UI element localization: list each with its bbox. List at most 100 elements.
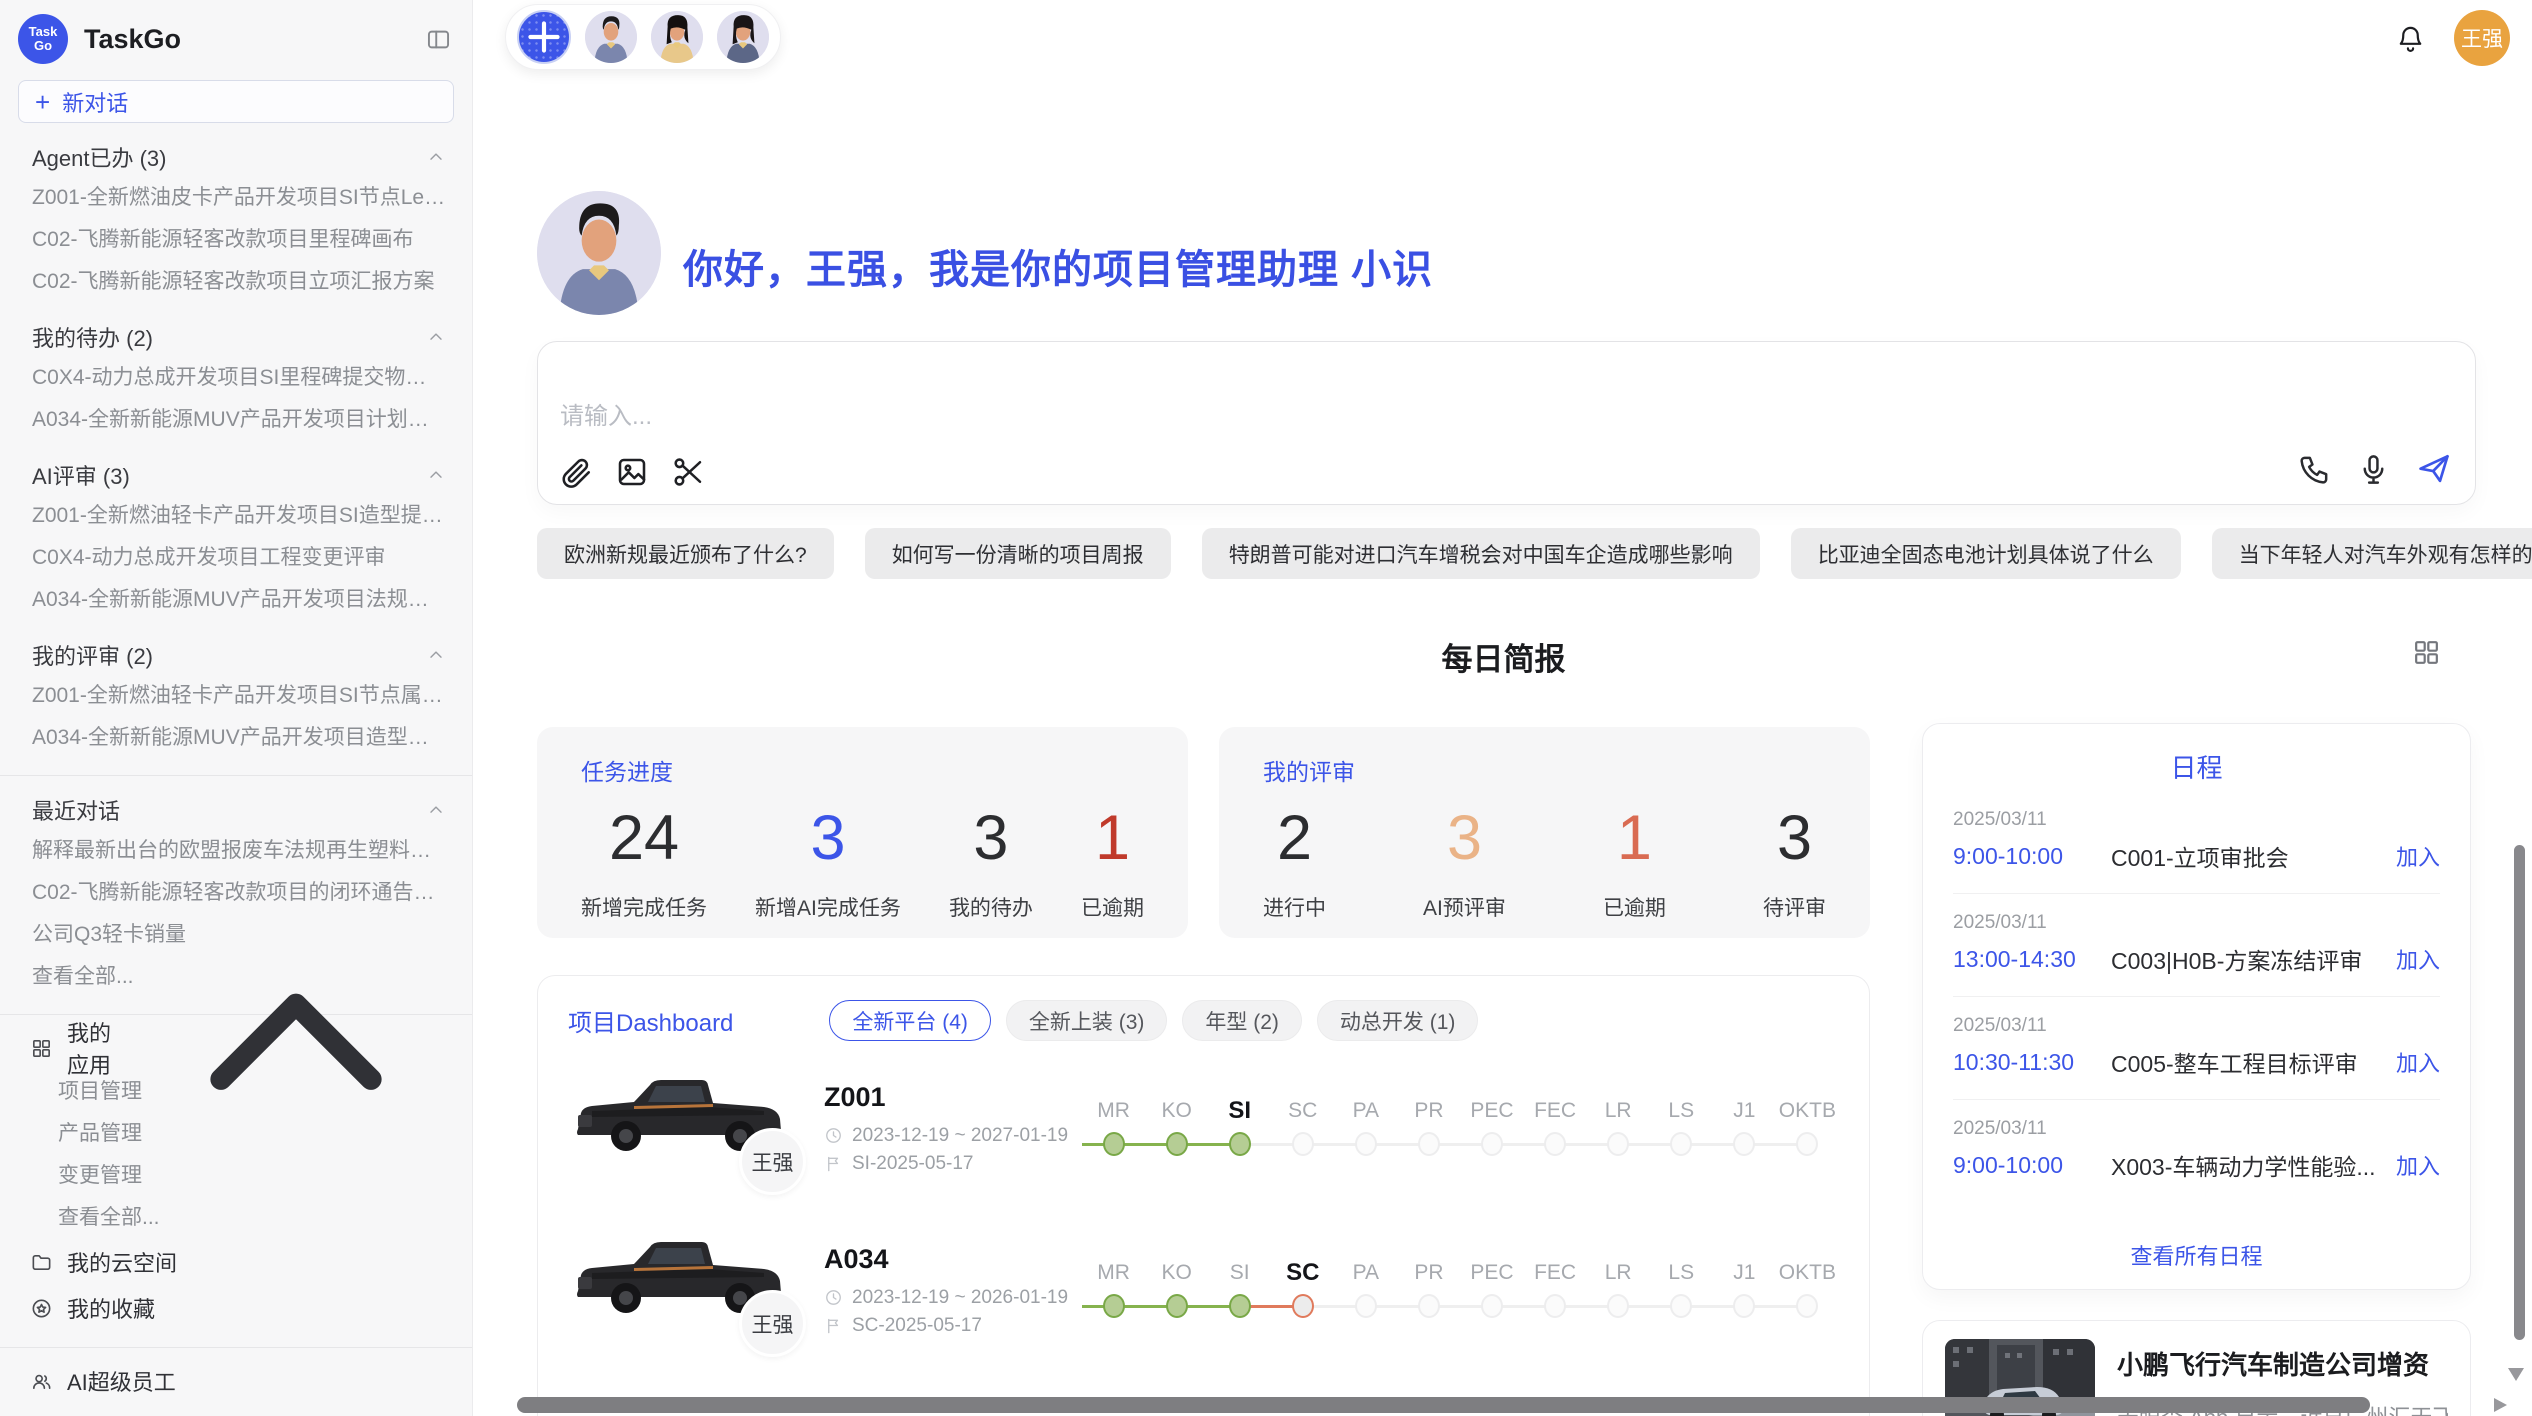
stat: 3我的待办	[949, 799, 1033, 922]
milestone-dot	[1796, 1294, 1818, 1318]
suggestion-chip[interactable]: 欧洲新规最近颁布了什么?	[537, 528, 834, 579]
milestone-dot	[1733, 1294, 1755, 1318]
user-avatar[interactable]: 王强	[2454, 10, 2510, 66]
sidebar-link[interactable]: 我的收藏	[0, 1285, 472, 1331]
milestone: FEC	[1524, 1256, 1587, 1324]
view-all-schedule-link[interactable]: 查看所有日程	[1953, 1239, 2440, 1271]
milestone-dot-row	[1650, 1290, 1713, 1324]
dashboard-tab[interactable]: 全新平台 (4)	[829, 1000, 991, 1041]
milestone: SI	[1208, 1094, 1271, 1162]
event-join-link[interactable]: 加入	[2396, 943, 2440, 975]
attachment-icon[interactable]	[558, 454, 594, 490]
dashboard-tab[interactable]: 年型 (2)	[1182, 1000, 1302, 1041]
milestone: LR	[1587, 1094, 1650, 1162]
project-dashboard: 项目Dashboard 全新平台 (4)全新上装 (3)年型 (2)动总开发 (…	[537, 975, 1870, 1416]
milestone-dot-row	[1082, 1290, 1145, 1324]
grid-icon[interactable]	[2411, 637, 2442, 668]
sidebar-item[interactable]: C0X4-动力总成开发项目SI里程碑提交物检查	[0, 357, 472, 399]
milestone-dot	[1544, 1294, 1566, 1318]
sidebar-item[interactable]: A034-全新新能源MUV产品开发项目计划变更表编写	[0, 399, 472, 441]
sidebar-item[interactable]: C0X4-动力总成开发项目工程变更评审	[0, 537, 472, 579]
sidebar-item[interactable]: C02-飞腾新能源轻客改款项目立项汇报方案	[0, 261, 472, 303]
vertical-scrollbar[interactable]	[2514, 845, 2525, 1340]
schedule-card: 日程 2025/03/119:00-10:00C001-立项审批会加入2025/…	[1922, 723, 2471, 1290]
milestone-dot-row	[1460, 1128, 1523, 1162]
dashboard-tab[interactable]: 动总开发 (1)	[1317, 1000, 1479, 1041]
chevron-up-icon[interactable]	[426, 147, 446, 167]
chevron-up-icon[interactable]	[426, 800, 446, 820]
chevron-up-icon[interactable]	[146, 898, 446, 1198]
stat-value: 24	[581, 799, 707, 878]
sidebar-item-my-apps[interactable]: 我的应用	[0, 1025, 472, 1071]
scroll-down-arrow-icon[interactable]	[2508, 1368, 2524, 1381]
project-info: A0342023-12-19 ~ 2026-01-19SC-2025-05-17	[824, 1244, 1076, 1337]
chevron-up-icon[interactable]	[426, 327, 446, 347]
milestone-dot-row	[1460, 1290, 1523, 1324]
project-row[interactable]: 王强Z0012023-12-19 ~ 2027-01-19SI-2025-05-…	[568, 1053, 1839, 1203]
agent-avatar[interactable]	[585, 11, 637, 63]
stat: 1已逾期	[1081, 799, 1144, 922]
sidebar-links: 我的云空间我的收藏	[0, 1239, 472, 1331]
sidebar-item[interactable]: A034-全新新能源MUV产品开发项目造型可行性评审	[0, 717, 472, 759]
milestone-dot-row	[1713, 1128, 1776, 1162]
milestone-dot-row	[1524, 1290, 1587, 1324]
sidebar-item[interactable]: Z001-全新燃油轻卡产品开发项目SI造型提交物评审	[0, 495, 472, 537]
sidebar-section-title: Agent已办 (3)	[32, 141, 167, 173]
new-chat-button[interactable]: + 新对话	[18, 80, 454, 123]
scroll-right-arrow-icon[interactable]	[2494, 1398, 2507, 1412]
milestone-dot	[1670, 1294, 1692, 1318]
sidebar-item[interactable]: A034-全新新能源MUV产品开发项目法规符合性评审	[0, 579, 472, 621]
milestone-label: SC	[1271, 1256, 1334, 1290]
agent-avatar[interactable]	[717, 11, 769, 63]
milestone-label: LS	[1650, 1094, 1713, 1128]
sidebar-item[interactable]: Z001-全新燃油皮卡产品开发项目SI节点Lesson Learn报告	[0, 177, 472, 219]
stat-value: 3	[755, 799, 901, 878]
event-join-link[interactable]: 加入	[2396, 1149, 2440, 1181]
scissors-icon[interactable]	[670, 454, 706, 490]
bell-icon[interactable]	[2395, 23, 2426, 54]
suggestion-chip[interactable]: 当下年轻人对汽车外观有怎样的喜好趋势	[2212, 528, 2532, 579]
sidebar-section-header[interactable]: 我的待办 (2)	[32, 321, 446, 353]
chevron-up-icon[interactable]	[426, 465, 446, 485]
sidebar-tool[interactable]: 帮我写作	[0, 1404, 472, 1416]
project-dates: 2023-12-19 ~ 2026-01-19	[824, 1287, 1076, 1309]
agent-avatar[interactable]	[651, 11, 703, 63]
suggestion-chip[interactable]: 如何写一份清晰的项目周报	[865, 528, 1171, 579]
milestone-dot	[1355, 1132, 1377, 1156]
sidebar-section-header[interactable]: 我的评审 (2)	[32, 639, 446, 671]
sidebar-item[interactable]: C02-飞腾新能源轻客改款项目里程碑画布	[0, 219, 472, 261]
event-date: 2025/03/11	[1953, 912, 2440, 934]
milestone: PEC	[1460, 1094, 1523, 1162]
suggestion-chip[interactable]: 比亚迪全固态电池计划具体说了什么	[1791, 528, 2181, 579]
recent-conversation-item[interactable]: 解释最新出台的欧盟报废车法规再生塑料比例被调至15%...	[0, 830, 472, 872]
suggestion-chip[interactable]: 特朗普可能对进口汽车增税会对中国车企造成哪些影响	[1202, 528, 1760, 579]
schedule-event: 2025/03/11 13:00-14:30C003|H0B-方案冻结评审加入	[1953, 912, 2440, 976]
event-join-link[interactable]: 加入	[2396, 1046, 2440, 1078]
milestone: KO	[1145, 1094, 1208, 1162]
microphone-icon[interactable]	[2356, 452, 2391, 487]
sidebar-section-header[interactable]: 最近对话	[32, 794, 446, 826]
milestone: KO	[1145, 1256, 1208, 1324]
flag-icon	[824, 1316, 843, 1335]
sidebar-section-header[interactable]: AI评审 (3)	[32, 459, 446, 491]
chat-input[interactable]	[560, 396, 2160, 440]
event-join-link[interactable]: 加入	[2396, 840, 2440, 872]
new-agent-button[interactable]	[517, 10, 571, 64]
dashboard-tab[interactable]: 全新上装 (3)	[1006, 1000, 1168, 1041]
sidebar-tool[interactable]: AI超级员工	[0, 1358, 472, 1404]
phone-icon[interactable]	[2297, 452, 2332, 487]
horizontal-scrollbar[interactable]	[517, 1397, 2370, 1413]
stat: 3待评审	[1763, 799, 1826, 922]
project-flag-label: SI-2025-05-17	[852, 1153, 973, 1175]
app-item[interactable]: 查看全部...	[0, 1197, 472, 1239]
milestone-label: SI	[1208, 1094, 1271, 1128]
chevron-up-icon[interactable]	[426, 645, 446, 665]
image-icon[interactable]	[614, 454, 650, 490]
event-row: 13:00-14:30C003|H0B-方案冻结评审加入	[1953, 942, 2440, 976]
send-icon[interactable]	[2415, 450, 2453, 488]
project-row[interactable]: 王强A0342023-12-19 ~ 2026-01-19SC-2025-05-…	[568, 1215, 1839, 1365]
sidebar-item[interactable]: Z001-全新燃油轻卡产品开发项目SI节点属性5D文件评审	[0, 675, 472, 717]
sidebar-section-header[interactable]: Agent已办 (3)	[32, 141, 446, 173]
sidebar-collapse-icon[interactable]	[425, 26, 452, 53]
sidebar-link[interactable]: 我的云空间	[0, 1239, 472, 1285]
